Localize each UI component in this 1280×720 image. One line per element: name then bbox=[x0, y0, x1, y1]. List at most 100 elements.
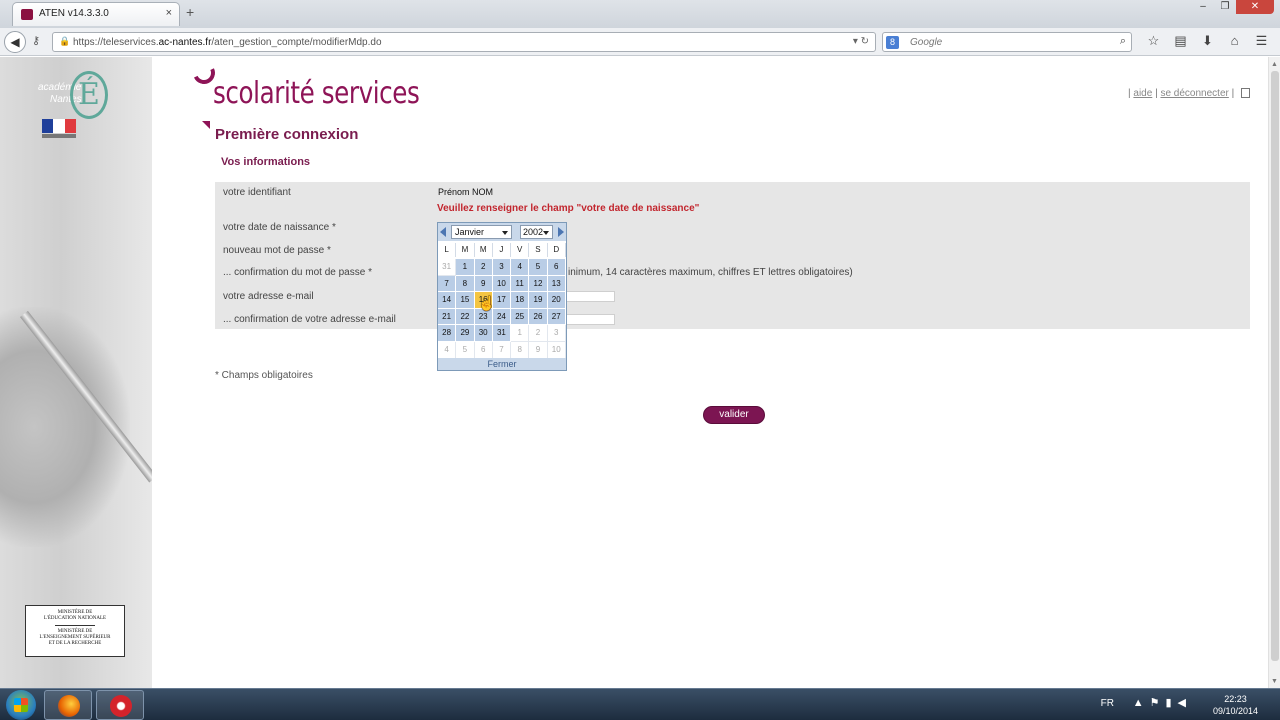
calendar-day[interactable]: 14 bbox=[438, 292, 457, 309]
tab-close-icon[interactable]: × bbox=[166, 7, 172, 19]
fermer-button[interactable]: Fermer bbox=[438, 358, 566, 370]
browser-tab[interactable]: ATEN v14.3.3.0 × bbox=[12, 2, 180, 26]
required-fields-note: * Champs obligatoires bbox=[215, 370, 313, 381]
key-icon[interactable]: ⚷ bbox=[32, 34, 40, 47]
calendar-day-other-month[interactable]: 7 bbox=[492, 341, 512, 359]
calendar-day[interactable]: 17 bbox=[492, 292, 512, 309]
calendar-day-other-month[interactable]: 2 bbox=[529, 325, 548, 342]
title-arrow-icon bbox=[202, 121, 210, 129]
calendar-day[interactable]: 13 bbox=[547, 275, 566, 293]
calendar-day[interactable]: 21 bbox=[438, 308, 457, 326]
email-field[interactable] bbox=[566, 291, 615, 302]
calendar-day[interactable]: 11 bbox=[511, 275, 530, 293]
calendar-day-other-month[interactable]: 4 bbox=[438, 341, 457, 359]
calendar-day[interactable]: 31 bbox=[492, 325, 512, 342]
month-select[interactable]: Janvier bbox=[451, 225, 512, 239]
calendar-day[interactable]: 28 bbox=[438, 325, 457, 342]
bookmarks-list-icon[interactable]: ▤ bbox=[1167, 33, 1194, 49]
google-search-engine-icon[interactable]: 8 bbox=[886, 36, 899, 49]
french-flag-icon bbox=[42, 119, 76, 133]
reload-icon[interactable]: ▾ ↻ bbox=[853, 36, 869, 47]
calendar-day[interactable]: 4 bbox=[511, 259, 530, 276]
error-message: Veuillez renseigner le champ "votre date… bbox=[437, 203, 700, 214]
app-taskbar-button[interactable] bbox=[96, 690, 144, 720]
window-close-icon[interactable]: ✕ bbox=[1236, 0, 1274, 14]
next-month-icon[interactable] bbox=[558, 227, 564, 237]
chevron-down-icon bbox=[543, 231, 549, 235]
calendar-day[interactable]: 27 bbox=[547, 308, 566, 326]
maximize-icon[interactable]: ❐ bbox=[1214, 0, 1236, 14]
calendar-day-other-month[interactable]: 10 bbox=[547, 341, 566, 359]
magnifier-icon[interactable]: ⌕ bbox=[1120, 35, 1126, 48]
calendar-day-other-month[interactable]: 1 bbox=[511, 325, 530, 342]
search-bar[interactable]: 8 Google ⌕ bbox=[882, 32, 1132, 52]
email-confirm-field[interactable] bbox=[566, 314, 615, 325]
calendar-day[interactable]: 24 bbox=[492, 308, 512, 326]
aten-favicon-icon bbox=[21, 9, 33, 20]
scrollbar-thumb[interactable] bbox=[1271, 71, 1279, 661]
windows-logo-icon bbox=[14, 698, 28, 712]
calendar-day[interactable]: 8 bbox=[456, 275, 475, 293]
tray-icons[interactable]: ▲⚑▮◀ bbox=[1133, 696, 1192, 709]
identifiant-label: votre identifiant bbox=[223, 187, 291, 198]
ministere-text-2: L'ÉDUCATION NATIONALE bbox=[43, 616, 107, 621]
browser-titlebar: ATEN v14.3.3.0 × + – ❐ ✕ bbox=[0, 0, 1280, 28]
language-indicator[interactable]: FR bbox=[1101, 698, 1114, 709]
print-icon[interactable] bbox=[1241, 88, 1250, 99]
start-button[interactable] bbox=[6, 690, 36, 720]
deconnecter-link[interactable]: se déconnecter bbox=[1160, 88, 1228, 99]
scroll-down-icon[interactable]: ▼ bbox=[1271, 678, 1278, 685]
calendar-day[interactable]: 7 bbox=[438, 275, 457, 293]
tab-title: ATEN v14.3.3.0 bbox=[39, 8, 109, 19]
calendar-day[interactable]: 25 bbox=[511, 308, 530, 326]
aide-link[interactable]: aide bbox=[1133, 88, 1152, 99]
minimize-icon[interactable]: – bbox=[1192, 0, 1214, 14]
calendar-day[interactable]: 6 bbox=[547, 259, 566, 276]
calendar-day[interactable]: 12 bbox=[529, 275, 548, 293]
valider-button[interactable]: valider bbox=[703, 406, 765, 424]
calendar-day[interactable]: 9 bbox=[474, 275, 493, 293]
scroll-up-icon[interactable]: ▲ bbox=[1271, 61, 1278, 68]
address-bar[interactable]: 🔒 https://teleservices.ac-nantes.fr/aten… bbox=[52, 32, 876, 52]
back-button[interactable]: ◀ bbox=[4, 31, 26, 53]
clock-time: 22:23 bbox=[1224, 694, 1247, 704]
home-icon[interactable]: ⌂ bbox=[1221, 33, 1248, 49]
record-icon bbox=[110, 695, 132, 717]
new-tab-button[interactable]: + bbox=[186, 4, 194, 20]
date-picker: Janvier 2002 LMMJVSD 31 1 2 3 4 5 6 7 8 9 10 11 12 13… bbox=[437, 222, 567, 371]
form-panel bbox=[215, 182, 1250, 329]
calendar-day[interactable]: 18 bbox=[511, 292, 530, 309]
chevron-down-icon bbox=[502, 231, 508, 235]
bookmark-star-icon[interactable]: ☆ bbox=[1140, 33, 1167, 49]
year-select[interactable]: 2002 bbox=[520, 225, 553, 239]
clock[interactable]: 22:23 09/10/2014 bbox=[1213, 693, 1258, 717]
calendar-day[interactable]: 2 bbox=[474, 259, 493, 276]
firefox-taskbar-button[interactable] bbox=[44, 690, 92, 720]
calendar-day-other-month[interactable]: 8 bbox=[511, 341, 530, 359]
academie-nantes-logo: académie Nantes É bbox=[36, 71, 116, 119]
calendar-day[interactable]: 19 bbox=[529, 292, 548, 309]
calendar-day[interactable]: 22 bbox=[456, 308, 475, 326]
menu-icon[interactable]: ☰ bbox=[1248, 33, 1275, 49]
vertical-scrollbar[interactable]: ▲ ▼ bbox=[1268, 57, 1280, 688]
calendar-day[interactable]: 1 bbox=[456, 259, 475, 276]
calendar-day-other-month[interactable]: 5 bbox=[456, 341, 475, 359]
calendar-day-other-month[interactable]: 9 bbox=[529, 341, 548, 359]
calendar-day[interactable]: 30 bbox=[474, 325, 493, 342]
calendar-day[interactable]: 15 bbox=[456, 292, 475, 309]
calendar-day[interactable]: 10 bbox=[492, 275, 512, 293]
calendar-day[interactable]: 3 bbox=[492, 259, 512, 276]
previous-month-icon[interactable] bbox=[440, 227, 446, 237]
weekday-label: M bbox=[456, 243, 475, 257]
calendar-day[interactable]: 5 bbox=[529, 259, 548, 276]
date-picker-header: Janvier 2002 bbox=[438, 223, 566, 241]
calendar-day[interactable]: 26 bbox=[529, 308, 548, 326]
calendar-day[interactable]: 20 bbox=[547, 292, 566, 309]
mdp-label: nouveau mot de passe * bbox=[223, 245, 331, 256]
calendar-day-other-month[interactable]: 31 bbox=[438, 259, 457, 276]
calendar-day-other-month[interactable]: 3 bbox=[547, 325, 566, 342]
calendar-day[interactable]: 29 bbox=[456, 325, 475, 342]
ministere-text-5: ET DE LA RECHERCHE bbox=[48, 641, 102, 646]
calendar-day-other-month[interactable]: 6 bbox=[474, 341, 493, 359]
download-icon[interactable]: ⬇ bbox=[1194, 33, 1221, 49]
